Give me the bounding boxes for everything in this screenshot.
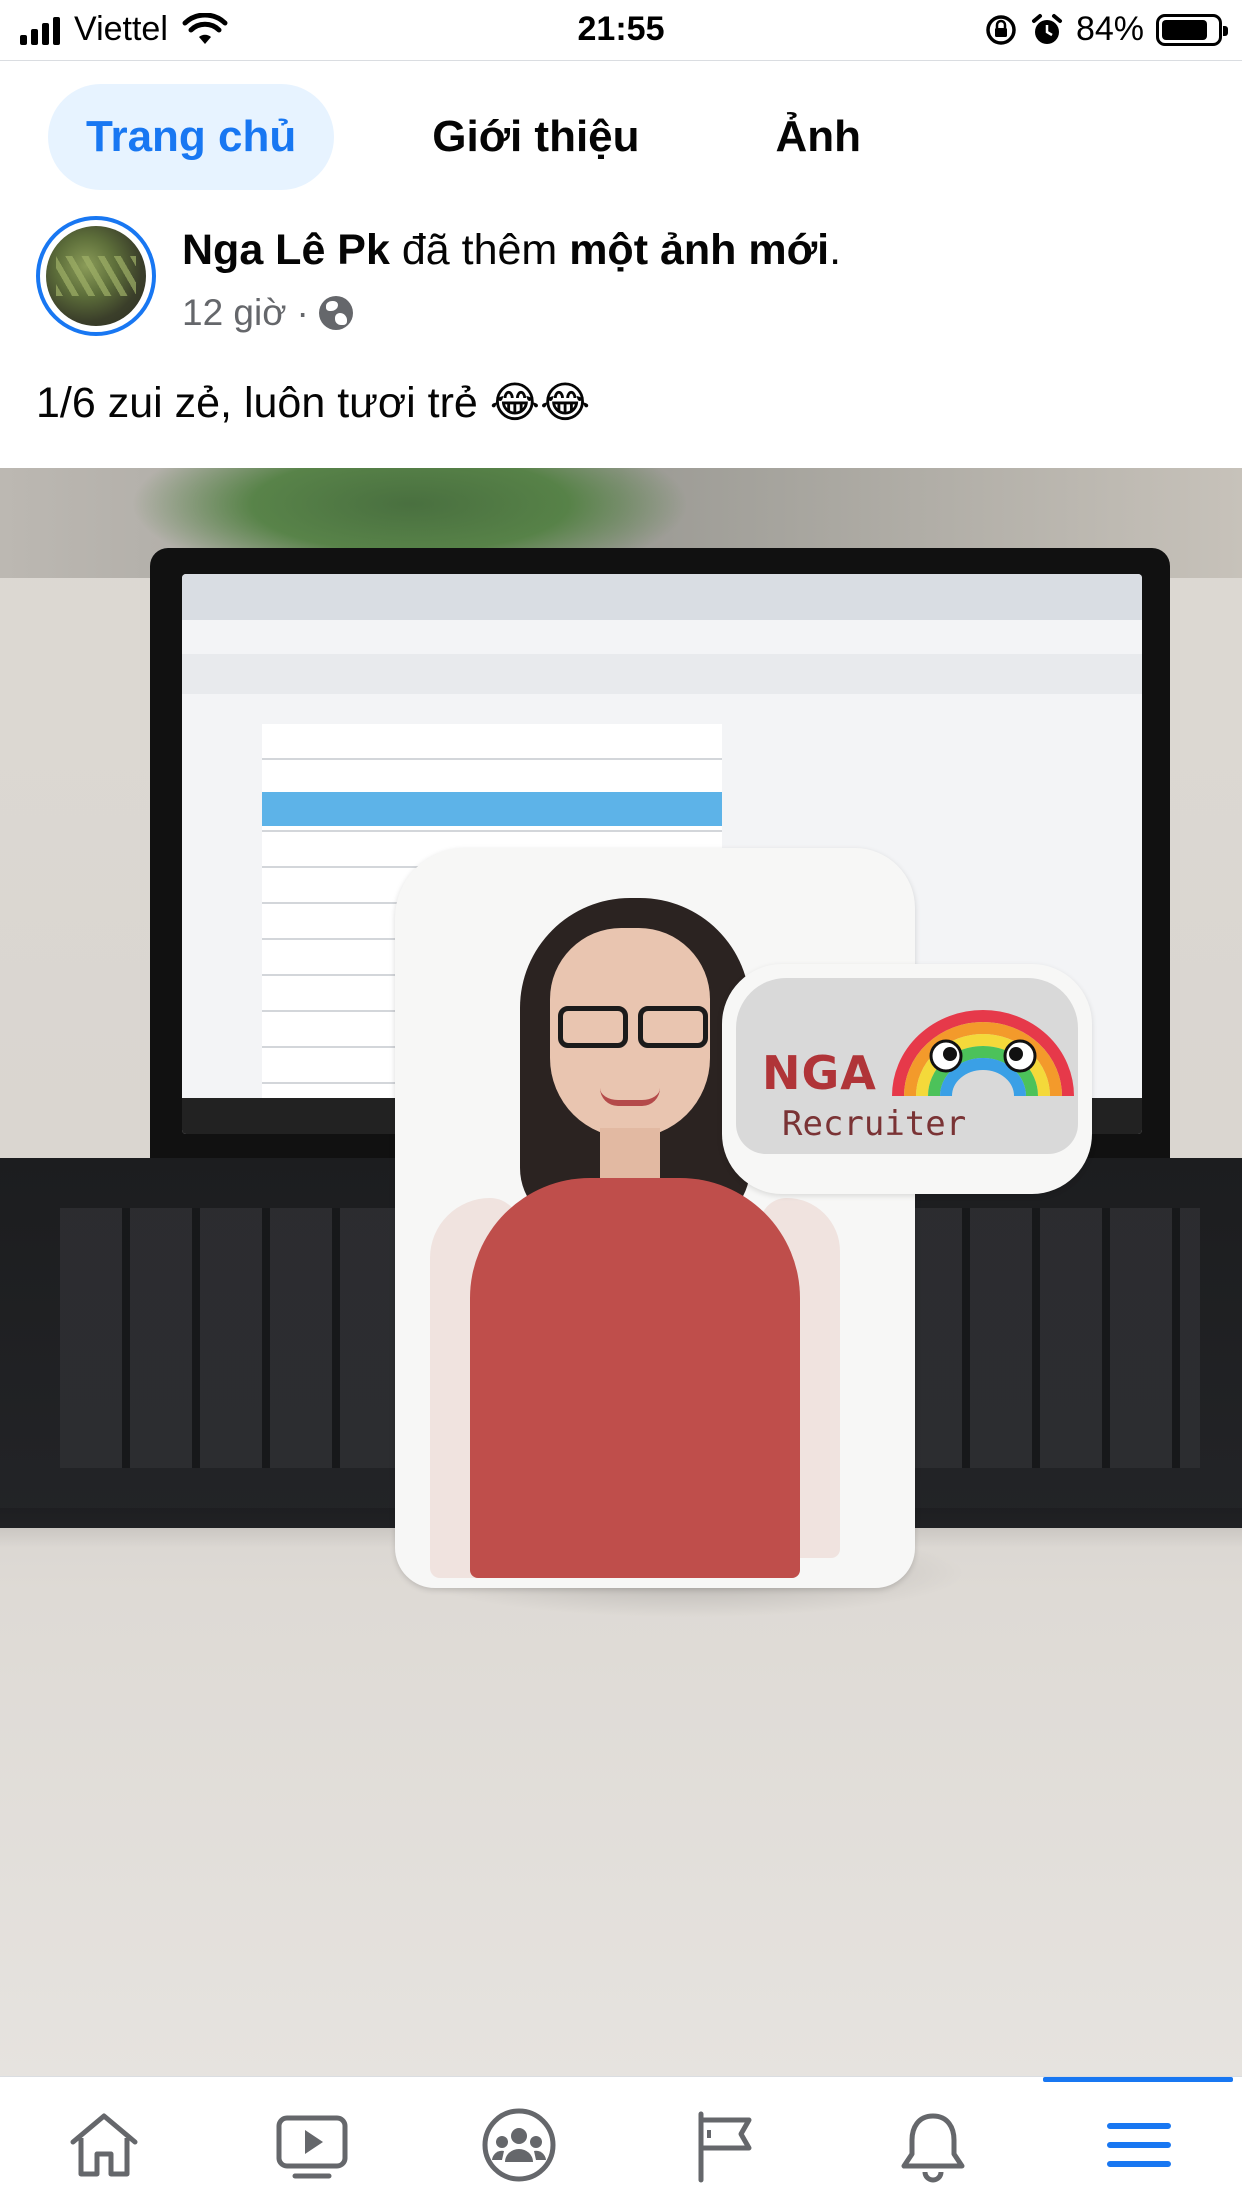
nav-menu[interactable] <box>1097 2103 1181 2187</box>
person-smile <box>600 1088 660 1106</box>
post-photo[interactable]: NGA Recruiter <box>0 468 1242 2076</box>
nav-groups[interactable] <box>477 2103 561 2187</box>
nav-notifications[interactable] <box>891 2103 975 2187</box>
globe-icon[interactable] <box>318 296 353 330</box>
alarm-icon <box>1031 13 1062 44</box>
groups-icon <box>482 2108 556 2182</box>
battery-percent: 84% <box>1075 10 1144 48</box>
speech-bubble: NGA Recruiter <box>722 964 1092 1194</box>
nav-active-indicator <box>1043 2077 1233 2082</box>
post-object-link[interactable]: một ảnh mới <box>569 226 829 274</box>
avatar-image <box>46 226 146 326</box>
bubble-role: Recruiter <box>782 1104 967 1144</box>
screen-toolbar <box>182 654 1142 694</box>
bell-icon <box>901 2113 965 2183</box>
home-icon <box>70 2113 138 2177</box>
battery-icon <box>1156 13 1228 46</box>
status-divider <box>0 60 1242 61</box>
post-headline: Nga Lê Pk đã thêm một ảnh mới. <box>182 226 841 275</box>
person-top <box>470 1178 800 1578</box>
video-icon <box>276 2115 348 2179</box>
battery-fill <box>1162 19 1208 40</box>
post-meta: 12 giờ · <box>182 292 353 334</box>
meta-separator: · <box>296 292 309 333</box>
author-name[interactable]: Nga Lê Pk <box>182 226 390 274</box>
status-bar: Viettel 21:55 84% <box>0 0 1242 60</box>
nav-home[interactable] <box>62 2103 146 2187</box>
bubble-name: NGA <box>762 1046 877 1100</box>
tab-photos[interactable]: Ảnh <box>738 84 900 190</box>
author-avatar[interactable] <box>36 216 156 336</box>
profile-tabs: Trang chủ Giới thiệu Ảnh <box>48 84 899 190</box>
rainbow-icon <box>892 1010 1074 1097</box>
menu-icon <box>1107 2123 1171 2167</box>
post-time[interactable]: 12 giờ <box>182 292 287 334</box>
post-caption: 1/6 zui zẻ, luôn tươi trẻ 😂😂 <box>36 379 591 427</box>
tab-about[interactable]: Giới thiệu <box>394 84 677 190</box>
nav-video[interactable] <box>270 2103 354 2187</box>
pages-flag-icon <box>698 2111 752 2183</box>
bottom-nav <box>0 2076 1242 2208</box>
person-glasses <box>558 1006 708 1048</box>
post-action: đã thêm <box>401 226 558 274</box>
rotation-lock-icon <box>986 14 1016 45</box>
tab-home[interactable]: Trang chủ <box>48 84 335 190</box>
nav-pages[interactable] <box>684 2103 768 2187</box>
screen-browser-bar <box>182 574 1142 620</box>
screen-table-header <box>262 792 722 826</box>
post-period: . <box>829 226 842 274</box>
